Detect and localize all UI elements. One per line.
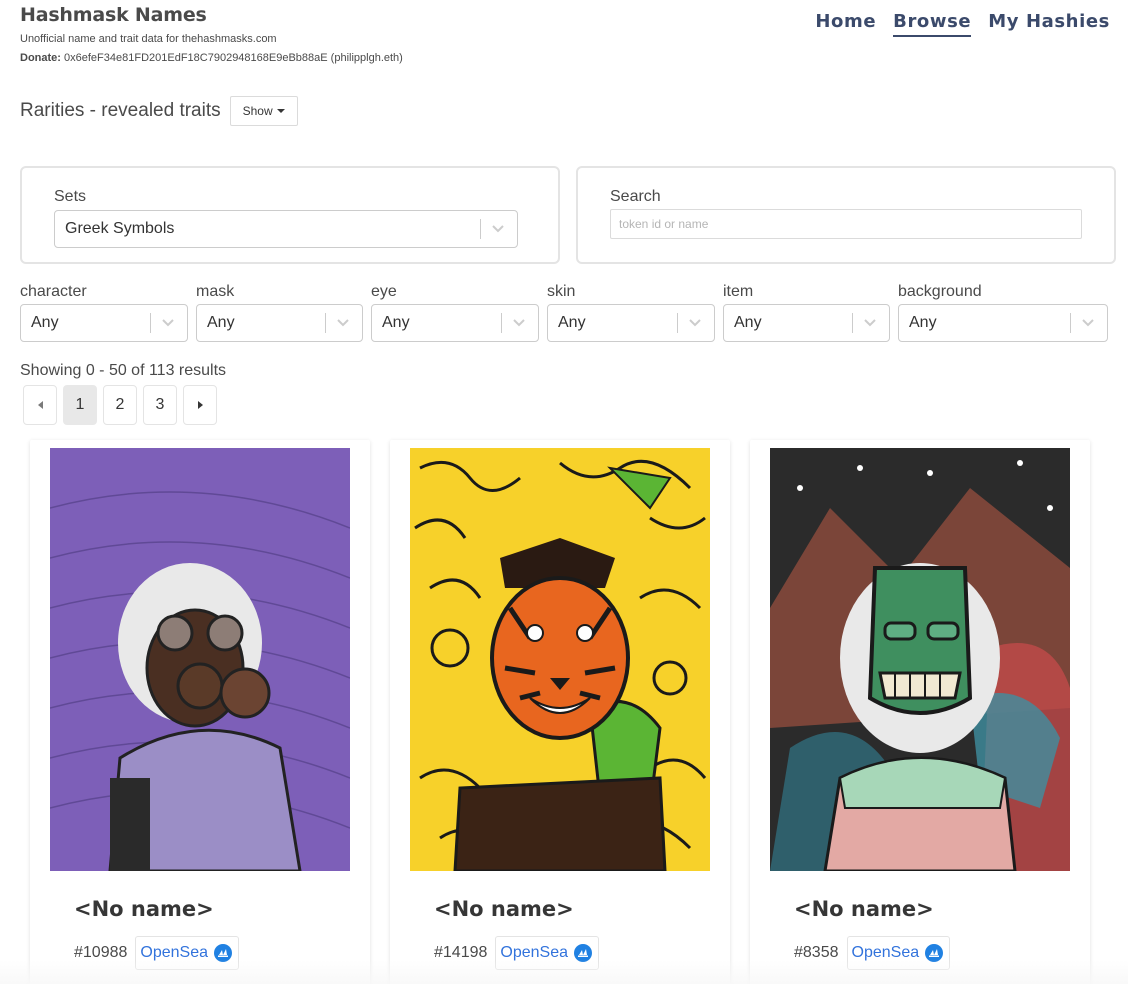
filter-selected-value: Any: [382, 314, 410, 331]
filter-label: eye: [371, 283, 397, 300]
opensea-label: OpenSea: [500, 944, 568, 961]
filter-selected-value: Any: [31, 314, 59, 331]
select-separator: [501, 313, 502, 333]
opensea-label: OpenSea: [140, 944, 208, 961]
select-separator: [150, 313, 151, 333]
next-page-button[interactable]: [183, 385, 217, 425]
mask-meta: #14198 OpenSea: [434, 936, 599, 970]
previous-page-button[interactable]: [23, 385, 57, 425]
mask-artwork-image[interactable]: [770, 448, 1070, 871]
chevron-down-icon[interactable]: [863, 315, 877, 329]
page-1-button[interactable]: 1: [63, 385, 97, 425]
filter-label: item: [723, 283, 754, 300]
mask-artwork-image[interactable]: [410, 448, 710, 871]
donate-line: Donate: 0x6efeF34e81FD201EdF18C790294816…: [20, 52, 403, 64]
sets-label: Sets: [54, 188, 87, 205]
donate-label: Donate:: [20, 52, 61, 64]
character-select[interactable]: Any: [20, 304, 188, 342]
opensea-link[interactable]: OpenSea: [135, 936, 239, 970]
filter-label: mask: [196, 283, 235, 300]
sets-panel: Sets Greek Symbols: [20, 166, 560, 264]
select-separator: [677, 313, 678, 333]
opensea-link[interactable]: OpenSea: [846, 936, 951, 970]
chevron-down-icon[interactable]: [336, 315, 350, 329]
opensea-icon: [925, 944, 944, 962]
caret-right-icon: [197, 401, 203, 409]
filter-character: character Any: [20, 283, 188, 342]
rarities-section: Rarities - revealed traits Show: [20, 96, 298, 126]
filter-selected-value: Any: [207, 314, 235, 331]
filter-item: item Any: [723, 283, 890, 342]
sets-selected-value: Greek Symbols: [65, 220, 175, 237]
mask-name: <No name>: [794, 897, 934, 921]
art-mask: [176, 662, 224, 710]
opensea-link[interactable]: OpenSea: [495, 936, 599, 970]
item-select[interactable]: Any: [723, 304, 890, 342]
filter-skin: skin Any: [547, 283, 715, 342]
filter-eye: eye Any: [371, 283, 539, 342]
caret-down-icon: [276, 109, 285, 113]
mask-name: <No name>: [74, 897, 214, 921]
skin-select[interactable]: Any: [547, 304, 715, 342]
donate-address: 0x6efeF34e81FD201EdF18C7902948168E9eBb88…: [64, 52, 403, 64]
filter-label: skin: [547, 283, 576, 300]
pagination: 1 2 3: [23, 385, 217, 425]
chevron-down-icon[interactable]: [512, 315, 526, 329]
search-label: Search: [610, 188, 661, 205]
background-select[interactable]: Any: [898, 304, 1108, 342]
search-panel: Search: [576, 166, 1116, 264]
mask-name: <No name>: [434, 897, 574, 921]
select-separator: [325, 313, 326, 333]
page-3-button[interactable]: 3: [143, 385, 177, 425]
show-rarities-button[interactable]: Show: [229, 96, 298, 126]
site-subtitle: Unofficial name and trait data for theha…: [20, 33, 277, 45]
caret-left-icon: [37, 401, 43, 409]
filter-mask: mask Any: [196, 283, 363, 342]
mask-card[interactable]: <No name> #14198 OpenSea: [390, 440, 730, 984]
select-separator: [480, 219, 481, 239]
top-nav: Home Browse My Hashies: [815, 11, 1110, 37]
mask-artwork-image[interactable]: [50, 448, 350, 871]
chevron-down-icon[interactable]: [688, 315, 702, 329]
filter-selected-value: Any: [558, 314, 586, 331]
page-2-button[interactable]: 2: [103, 385, 137, 425]
sets-select[interactable]: Greek Symbols: [54, 210, 518, 248]
opensea-label: OpenSea: [851, 944, 920, 961]
token-id: #14198: [434, 944, 488, 961]
mask-meta: #8358 OpenSea: [794, 936, 951, 970]
mask-card[interactable]: <No name> #8358 OpenSea: [750, 440, 1090, 984]
select-separator: [1070, 313, 1071, 333]
mask-meta: #10988 OpenSea: [74, 936, 239, 970]
filter-selected-value: Any: [909, 314, 937, 331]
chevron-down-icon[interactable]: [491, 221, 505, 235]
filter-background: background Any: [898, 283, 1108, 342]
nav-browse[interactable]: Browse: [893, 11, 972, 37]
rarities-title: Rarities - revealed traits: [20, 100, 221, 121]
opensea-icon: [214, 944, 232, 962]
results-count: Showing 0 - 50 of 113 results: [20, 362, 227, 379]
site-title[interactable]: Hashmask Names: [20, 4, 403, 26]
filter-label: background: [898, 283, 982, 300]
token-id: #10988: [74, 944, 128, 961]
show-rarities-label: Show: [242, 104, 273, 118]
chevron-down-icon[interactable]: [161, 315, 175, 329]
nav-my-hashies[interactable]: My Hashies: [988, 11, 1110, 37]
nav-home[interactable]: Home: [815, 11, 876, 37]
opensea-icon: [574, 944, 592, 962]
mask-select[interactable]: Any: [196, 304, 363, 342]
site-header: Hashmask Names Unofficial name and trait…: [20, 4, 403, 64]
chevron-down-icon[interactable]: [1081, 315, 1095, 329]
filter-label: character: [20, 283, 87, 300]
mask-card[interactable]: <No name> #10988 OpenSea: [30, 440, 370, 984]
eye-select[interactable]: Any: [371, 304, 539, 342]
token-id: #8358: [794, 944, 839, 961]
filter-selected-value: Any: [734, 314, 762, 331]
select-separator: [852, 313, 853, 333]
search-input[interactable]: [610, 209, 1082, 239]
